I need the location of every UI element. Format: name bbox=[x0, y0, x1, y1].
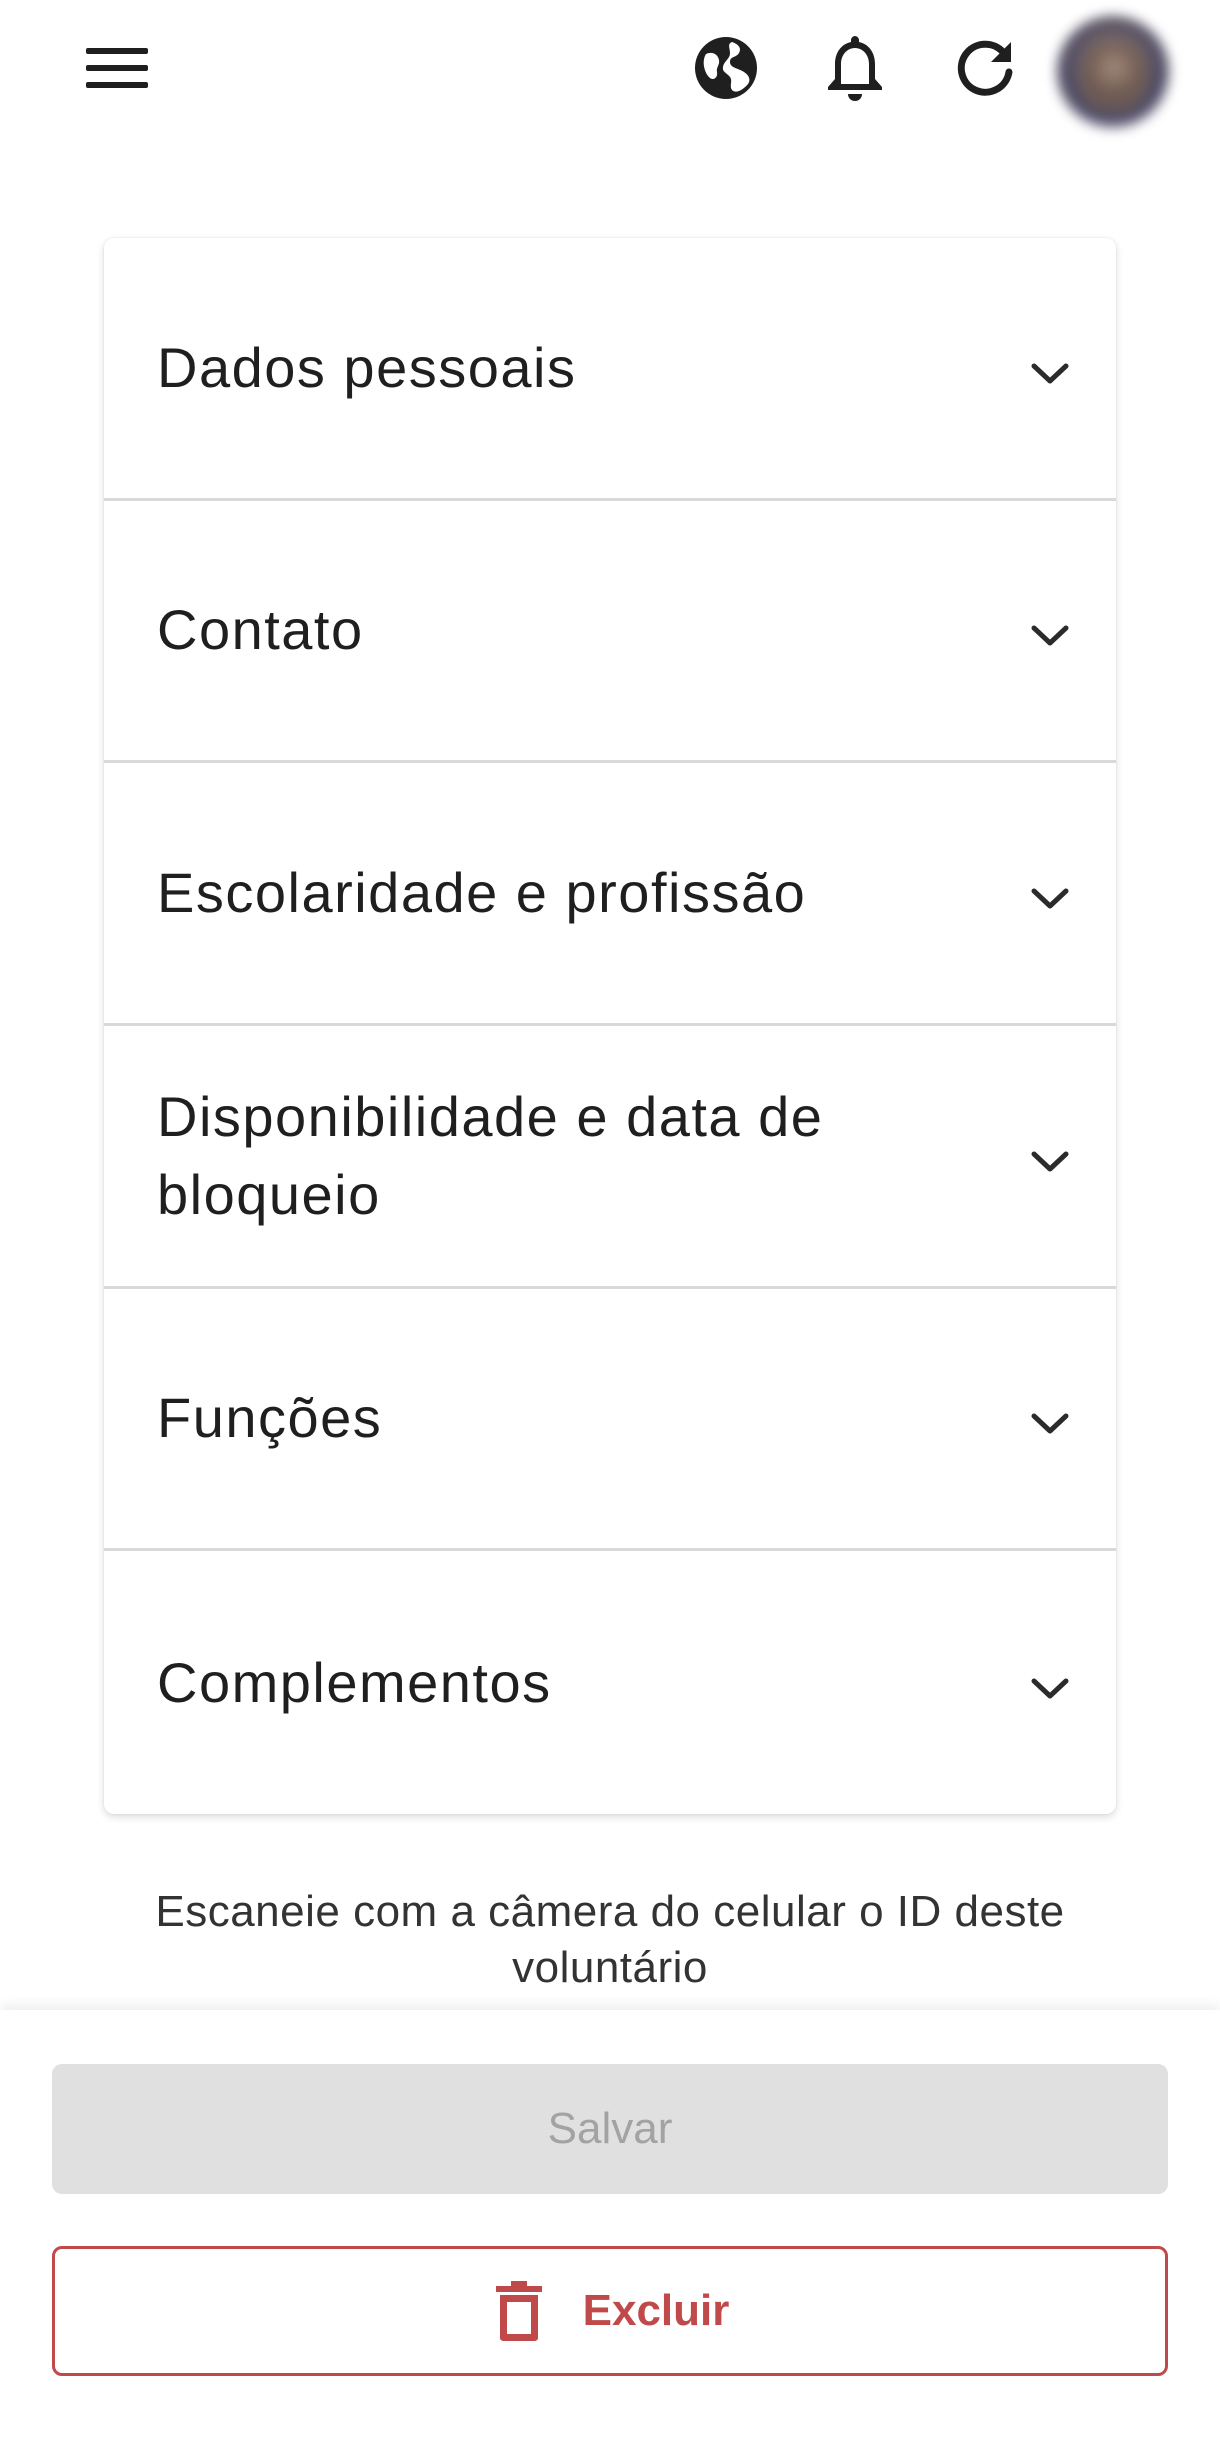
accordion-item-complementos[interactable]: Complementos bbox=[104, 1551, 1116, 1814]
accordion-item-disponibilidade[interactable]: Disponibilidade e data de bloqueio bbox=[104, 1026, 1116, 1289]
accordion-item-dados-pessoais[interactable]: Dados pessoais bbox=[104, 238, 1116, 501]
globe-icon bbox=[692, 34, 760, 107]
volunteer-edit-page: Dados pessoais Contato Escolaridade e pr… bbox=[0, 0, 1220, 2450]
language-button[interactable] bbox=[678, 22, 774, 118]
accordion-item-label: Complementos bbox=[157, 1650, 552, 1714]
top-app-bar bbox=[0, 0, 1220, 140]
accordion-item-contato[interactable]: Contato bbox=[104, 501, 1116, 764]
chevron-down-icon bbox=[1020, 1394, 1080, 1454]
bottom-action-bar: Salvar Excluir bbox=[0, 2010, 1220, 2450]
trash-icon bbox=[491, 2279, 547, 2343]
save-button-label: Salvar bbox=[547, 2104, 673, 2153]
chevron-down-icon bbox=[1020, 606, 1080, 666]
notifications-button[interactable] bbox=[807, 22, 903, 118]
accordion-item-label: Dados pessoais bbox=[157, 335, 577, 399]
bell-icon bbox=[826, 33, 884, 108]
accordion-item-label: Escolaridade e profissão bbox=[157, 861, 807, 925]
refresh-icon bbox=[955, 38, 1015, 103]
scan-id-hint: Escaneie com a câmera do celular o ID de… bbox=[155, 1887, 1065, 1992]
chevron-down-icon bbox=[1020, 1659, 1080, 1719]
chevron-down-icon bbox=[1020, 344, 1080, 404]
accordion-item-label: Contato bbox=[157, 598, 364, 662]
refresh-button[interactable] bbox=[937, 22, 1033, 118]
menu-button[interactable] bbox=[69, 22, 165, 118]
accordion-item-funcoes[interactable]: Funções bbox=[104, 1289, 1116, 1552]
user-avatar[interactable] bbox=[1057, 16, 1169, 128]
delete-button-label: Excluir bbox=[582, 2286, 730, 2335]
accordion-item-label: Funções bbox=[157, 1386, 383, 1450]
accordion-item-label: Disponibilidade e data de bloqueio bbox=[157, 1084, 824, 1226]
delete-button[interactable]: Excluir bbox=[52, 2246, 1168, 2376]
accordion-item-escolaridade[interactable]: Escolaridade e profissão bbox=[104, 763, 1116, 1026]
chevron-down-icon bbox=[1020, 869, 1080, 929]
volunteer-sections-accordion: Dados pessoais Contato Escolaridade e pr… bbox=[104, 238, 1116, 1814]
menu-icon bbox=[86, 44, 148, 97]
chevron-down-icon bbox=[1020, 1132, 1080, 1192]
save-button[interactable]: Salvar bbox=[52, 2064, 1168, 2194]
